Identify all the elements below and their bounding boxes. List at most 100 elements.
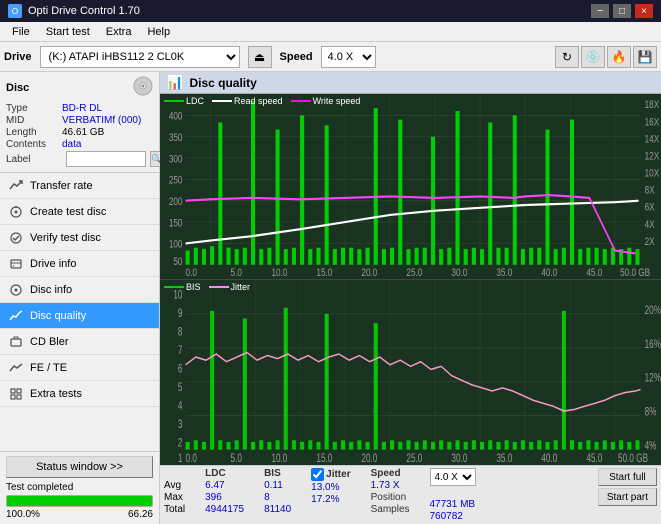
svg-text:16X: 16X xyxy=(645,116,660,129)
svg-text:6: 6 xyxy=(178,363,183,376)
svg-text:20.0: 20.0 xyxy=(361,267,377,279)
type-label: Type xyxy=(6,103,62,114)
start-full-button[interactable]: Start full xyxy=(598,468,657,486)
svg-text:15.0: 15.0 xyxy=(316,267,332,279)
svg-text:35.0: 35.0 xyxy=(496,267,512,279)
svg-text:25.0: 25.0 xyxy=(406,452,422,465)
svg-text:16%: 16% xyxy=(645,338,661,351)
svg-text:20%: 20% xyxy=(645,304,661,317)
svg-text:1: 1 xyxy=(178,452,183,465)
cd-bler-icon xyxy=(8,334,24,350)
sidebar-item-create-test-disc[interactable]: Create test disc xyxy=(0,199,159,225)
legend-bottom: BIS Jitter xyxy=(164,282,250,292)
svg-text:10.0: 10.0 xyxy=(271,267,287,279)
menu-extra[interactable]: Extra xyxy=(98,25,140,39)
length-label: Length xyxy=(6,127,62,138)
sidebar-item-cd-bler[interactable]: CD Bler xyxy=(0,329,159,355)
contents-value: data xyxy=(62,139,81,150)
svg-text:45.0: 45.0 xyxy=(586,452,602,465)
chart-header: 📊 Disc quality xyxy=(160,72,661,94)
sidebar-item-extra-tests[interactable]: Extra tests xyxy=(0,381,159,407)
sidebar-item-extra-tests-label: Extra tests xyxy=(30,388,82,400)
drive-select[interactable]: (K:) ATAPI iHBS112 2 CL0K xyxy=(40,46,240,68)
chart-bottom: BIS Jitter xyxy=(160,280,661,465)
avg-bis: 0.11 xyxy=(264,480,291,491)
menu-help[interactable]: Help xyxy=(139,25,178,39)
sidebar-item-fe-te-label: FE / TE xyxy=(30,362,67,374)
legend-bis-label: BIS xyxy=(186,282,201,292)
eject-button[interactable]: ⏏ xyxy=(248,46,272,68)
refresh-button[interactable]: ↻ xyxy=(555,46,579,68)
legend-write-speed-label: Write speed xyxy=(313,96,361,106)
sidebar-item-fe-te[interactable]: FE / TE xyxy=(0,355,159,381)
avg-label: Avg xyxy=(164,480,185,491)
burn-button[interactable]: 🔥 xyxy=(607,46,631,68)
avg-speed-empty xyxy=(430,487,476,498)
sidebar-item-disc-quality-label: Disc quality xyxy=(30,310,86,322)
svg-text:45.0: 45.0 xyxy=(586,267,602,279)
disc-quality-icon xyxy=(8,308,24,324)
svg-text:20.0: 20.0 xyxy=(361,452,377,465)
sidebar-item-verify-test-disc-label: Verify test disc xyxy=(30,232,101,244)
svg-text:4X: 4X xyxy=(645,219,655,232)
label-input[interactable] xyxy=(66,151,146,167)
svg-text:8%: 8% xyxy=(645,406,657,419)
max-ldc: 396 xyxy=(205,492,244,503)
drive-info-icon xyxy=(8,256,24,272)
samples-val: 760782 xyxy=(430,511,476,522)
charts-container: LDC Read speed Write speed xyxy=(160,94,661,465)
score: 66.26 xyxy=(128,509,153,520)
disc-button[interactable]: 💿 xyxy=(581,46,605,68)
close-button[interactable]: × xyxy=(635,4,653,18)
sidebar-item-transfer-rate-label: Transfer rate xyxy=(30,180,93,192)
sidebar-item-disc-info[interactable]: Disc info xyxy=(0,277,159,303)
speed-select[interactable]: 4.0 X xyxy=(321,46,376,68)
mid-label: MID xyxy=(6,115,62,126)
sidebar-item-disc-info-label: Disc info xyxy=(30,284,72,296)
legend-top: LDC Read speed Write speed xyxy=(164,96,360,106)
contents-label: Contents xyxy=(6,139,62,150)
status-window-button[interactable]: Status window >> xyxy=(6,456,153,478)
app-title: Opti Drive Control 1.70 xyxy=(28,5,140,17)
sidebar-item-verify-test-disc[interactable]: Verify test disc xyxy=(0,225,159,251)
minimize-button[interactable]: − xyxy=(591,4,609,18)
stats-speed: Speed 1.73 X Position Samples xyxy=(371,468,410,515)
svg-text:7: 7 xyxy=(178,345,183,358)
fe-te-icon xyxy=(8,360,24,376)
max-speed-val: 47731 MB xyxy=(430,499,476,510)
chart-top-svg: 400 350 300 250 200 150 100 50 18X 16X 1… xyxy=(160,94,661,279)
action-buttons: Start full Start part xyxy=(598,468,657,506)
svg-text:0.0: 0.0 xyxy=(186,452,198,465)
speed-select-stats[interactable]: 4.0 X xyxy=(430,468,476,486)
menu-start-test[interactable]: Start test xyxy=(38,25,98,39)
maximize-button[interactable]: □ xyxy=(613,4,631,18)
sidebar-item-disc-quality[interactable]: Disc quality xyxy=(0,303,159,329)
menu-file[interactable]: File xyxy=(4,25,38,39)
svg-text:2: 2 xyxy=(178,437,183,450)
jitter-checkbox[interactable] xyxy=(311,468,324,481)
jitter-checkbox-row: Jitter xyxy=(311,468,350,481)
start-part-button[interactable]: Start part xyxy=(598,488,657,506)
legend-bis: BIS xyxy=(164,282,201,292)
sidebar: Disc Type BD-R DL MID VERBATIMf (000) xyxy=(0,72,160,524)
avg-speed: 1.73 X xyxy=(371,480,410,491)
svg-text:12%: 12% xyxy=(645,372,661,385)
sidebar-nav: Transfer rate Create test disc Verify te… xyxy=(0,173,159,451)
length-value: 46.61 GB xyxy=(62,127,104,138)
svg-text:50.0 GB: 50.0 GB xyxy=(618,452,648,465)
svg-text:5: 5 xyxy=(178,382,183,395)
type-value: BD-R DL xyxy=(62,103,102,114)
chart-top: LDC Read speed Write speed xyxy=(160,94,661,280)
speed-header: Speed xyxy=(371,468,410,479)
save-button[interactable]: 💾 xyxy=(633,46,657,68)
create-test-disc-icon xyxy=(8,204,24,220)
max-jitter: 17.2% xyxy=(311,494,350,505)
status-area: Status window >> Test completed 100.0% 6… xyxy=(0,451,159,524)
svg-text:100: 100 xyxy=(169,239,183,252)
svg-text:0.0: 0.0 xyxy=(186,267,198,279)
sidebar-item-drive-info-label: Drive info xyxy=(30,258,76,270)
sidebar-item-drive-info[interactable]: Drive info xyxy=(0,251,159,277)
status-text: Test completed xyxy=(6,482,73,493)
speed-samples-label: Samples xyxy=(371,504,410,515)
sidebar-item-transfer-rate[interactable]: Transfer rate xyxy=(0,173,159,199)
